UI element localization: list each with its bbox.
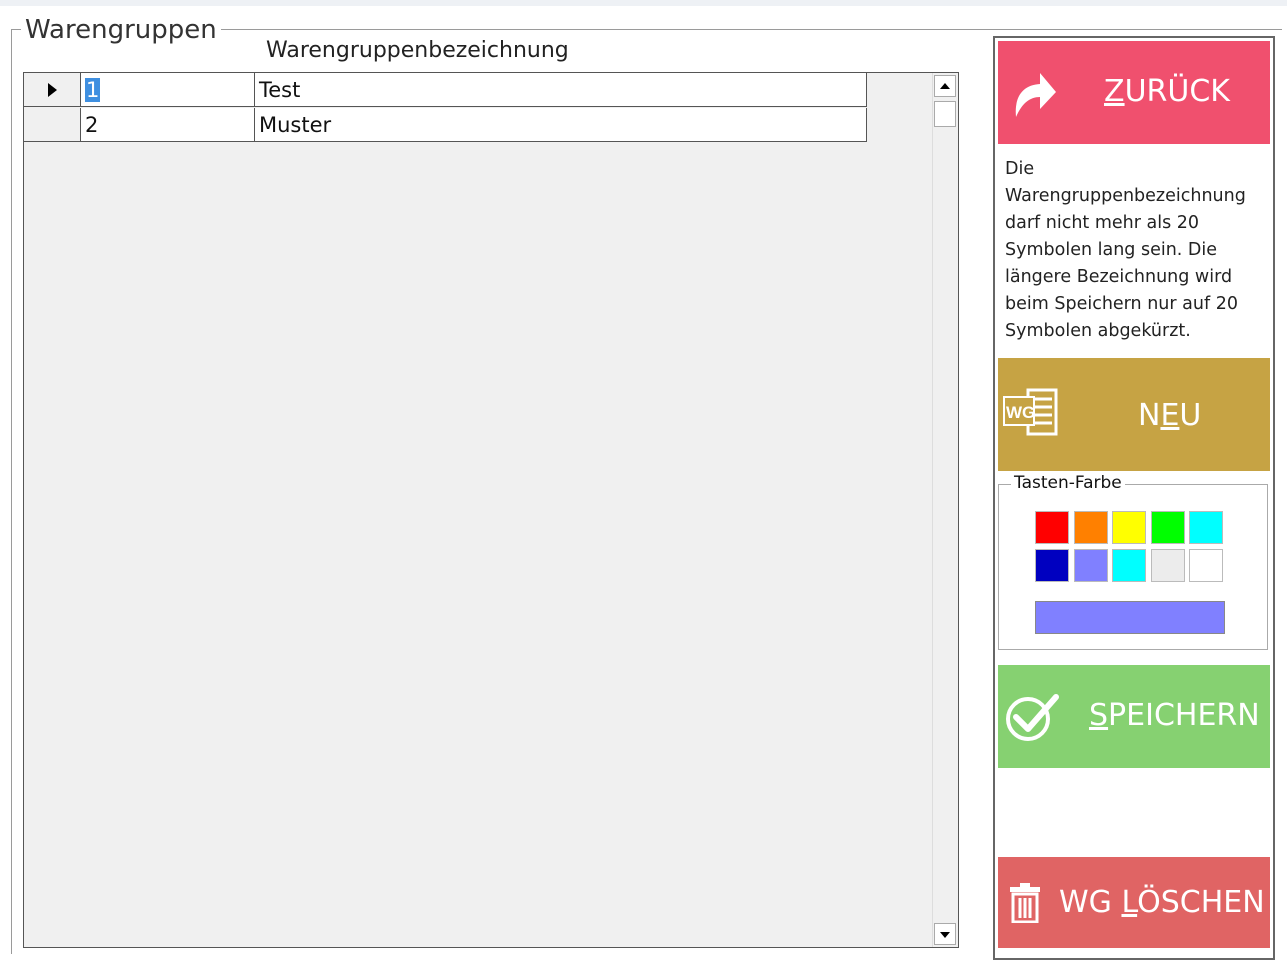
cell-id[interactable]: 1 bbox=[81, 73, 255, 107]
tasten-farbe-title: Tasten-Farbe bbox=[1011, 473, 1125, 493]
color-swatch[interactable] bbox=[1150, 549, 1185, 582]
color-swatch[interactable] bbox=[1150, 511, 1185, 544]
speichern-label: SPEICHERN bbox=[1089, 698, 1260, 733]
wg-loeschen-label: WG LÖSCHEN bbox=[1059, 885, 1265, 920]
row-header[interactable] bbox=[24, 73, 81, 107]
scroll-thumb[interactable] bbox=[934, 101, 956, 127]
share-arrow-icon bbox=[1010, 65, 1058, 125]
cell-id-text: 1 bbox=[85, 78, 101, 102]
checkmark-icon bbox=[1004, 691, 1062, 747]
zurueck-button[interactable]: ZURÜCK bbox=[998, 41, 1270, 144]
color-swatch[interactable] bbox=[1189, 549, 1223, 582]
color-swatch[interactable] bbox=[1112, 511, 1146, 544]
cell-name[interactable]: Muster bbox=[255, 108, 867, 142]
tasten-farbe-group: Tasten-Farbe bbox=[998, 473, 1268, 650]
table-row[interactable]: 2 Muster bbox=[24, 108, 867, 143]
vertical-scrollbar[interactable] bbox=[932, 73, 958, 947]
trash-icon bbox=[1010, 883, 1040, 927]
groupbox-title: Warengruppen bbox=[21, 14, 221, 46]
current-row-arrow-icon bbox=[48, 83, 57, 97]
speichern-button[interactable]: SPEICHERN bbox=[998, 665, 1270, 768]
wg-icon-text: WG bbox=[1006, 403, 1035, 422]
table-row[interactable]: 1 Test bbox=[24, 73, 867, 108]
selected-color-preview[interactable] bbox=[1035, 601, 1225, 634]
info-text: Die Warengruppenbezeichnung darf nicht m… bbox=[1005, 159, 1246, 341]
color-swatch[interactable] bbox=[1189, 511, 1223, 544]
neu-label: NEU bbox=[1138, 398, 1202, 433]
row-header[interactable] bbox=[24, 108, 81, 142]
neu-button[interactable]: WG NEU bbox=[998, 358, 1270, 471]
color-swatch[interactable] bbox=[1035, 549, 1069, 582]
scroll-up-button[interactable] bbox=[934, 75, 956, 97]
cell-id[interactable]: 2 bbox=[81, 108, 255, 142]
column-header-bezeichnung[interactable]: Warengruppenbezeichnung bbox=[266, 38, 569, 63]
cell-name[interactable]: Test bbox=[255, 73, 867, 107]
color-swatch[interactable] bbox=[1035, 511, 1069, 544]
color-swatch[interactable] bbox=[1073, 511, 1108, 544]
zurueck-label: ZURÜCK bbox=[1104, 74, 1230, 109]
color-swatch[interactable] bbox=[1073, 549, 1108, 582]
wg-document-icon: WG bbox=[1002, 387, 1062, 441]
color-swatch[interactable] bbox=[1112, 549, 1146, 582]
wg-loeschen-button[interactable]: WG LÖSCHEN bbox=[998, 857, 1270, 948]
warengruppen-grid[interactable]: 1 Test 2 Muster bbox=[23, 72, 959, 948]
scroll-down-button[interactable] bbox=[934, 923, 956, 945]
action-panel: ZURÜCK Die Warengruppenbezeichnung darf … bbox=[993, 36, 1275, 960]
window-top-strip bbox=[0, 0, 1287, 6]
